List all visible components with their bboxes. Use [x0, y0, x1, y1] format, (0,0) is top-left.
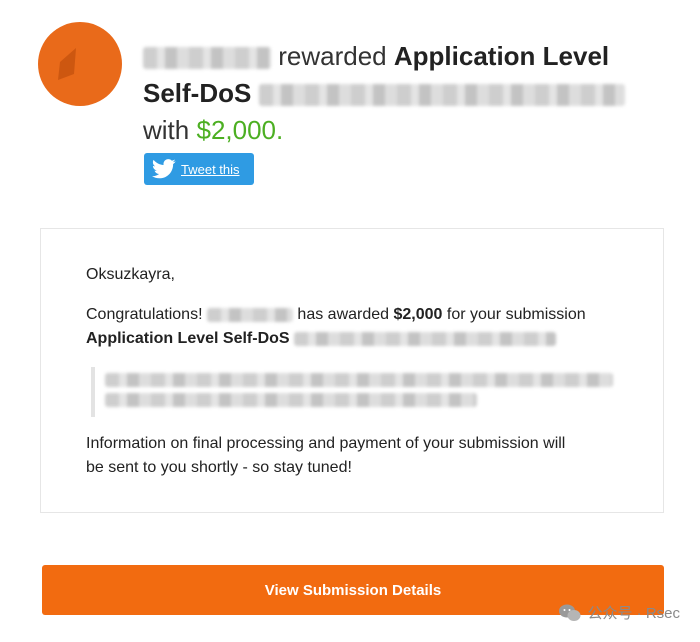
congrats-suffix: for your submission: [446, 306, 586, 323]
rewarded-word: rewarded: [278, 41, 387, 71]
program-avatar: [38, 22, 122, 106]
info-line-1: Information on final processing and paym…: [86, 435, 566, 452]
redacted-report-title: [258, 84, 625, 107]
twitter-bird-icon: [152, 159, 176, 179]
wechat-icon: [559, 604, 581, 621]
congrats-amount: $2,000: [393, 306, 443, 323]
redacted-quote-line-1: [105, 373, 613, 387]
congrats-prefix: Congratulations!: [86, 306, 203, 323]
redacted-program-name: [143, 47, 271, 70]
info-line-2: be sent to you shortly - so stay tuned!: [86, 459, 352, 476]
reward-notification-page: rewarded Application Level Self-DoS with…: [0, 0, 700, 642]
tweet-button-label: Tweet this: [181, 161, 240, 177]
with-word: with: [143, 115, 190, 145]
tweet-button[interactable]: Tweet this: [144, 153, 254, 185]
reward-amount: $2,000.: [196, 115, 284, 145]
info-paragraph: Information on final processing and paym…: [86, 432, 631, 480]
email-card: Oksuzkayra, Congratulations! has awarded…: [40, 228, 664, 513]
reward-headline: rewarded Application Level Self-DoS with…: [143, 38, 663, 149]
watermark: 公众号 · Rsec: [559, 602, 680, 623]
congrats-paragraph: Congratulations! has awarded $2,000 for …: [86, 303, 631, 351]
program-logo-icon: [58, 48, 76, 80]
redacted-quote-block: [91, 367, 613, 417]
redacted-quote-line-2: [105, 393, 477, 407]
watermark-text: 公众号 · Rsec: [587, 605, 680, 622]
greeting-text: Oksuzkayra,: [86, 266, 175, 283]
redacted-submission-title: [294, 331, 557, 346]
redacted-program-name-2: [206, 307, 293, 322]
congrats-middle: has awarded: [297, 306, 390, 323]
submission-title: Application Level Self-DoS: [86, 330, 290, 347]
